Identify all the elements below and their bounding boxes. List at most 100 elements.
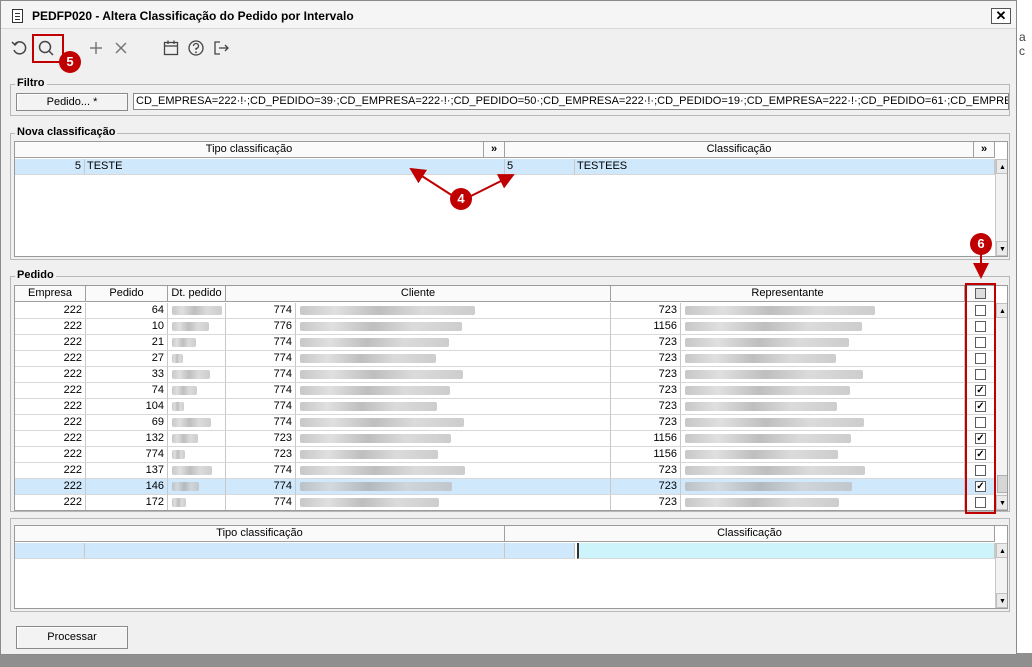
cliente-name-cell[interactable]: [296, 463, 611, 479]
rep-name-cell[interactable]: [681, 399, 965, 415]
scroll-up-arrow[interactable]: ▲: [996, 303, 1007, 318]
cliente-code-cell[interactable]: 774: [226, 463, 296, 479]
cliente-name-cell[interactable]: [296, 431, 611, 447]
empresa-cell[interactable]: 222: [15, 431, 86, 447]
empresa-cell[interactable]: 222: [15, 415, 86, 431]
empresa-cell[interactable]: 222: [15, 479, 86, 495]
pedido-scrollbar[interactable]: ▲ ▼: [995, 303, 1007, 510]
calendar-icon[interactable]: [161, 38, 181, 58]
exit-icon[interactable]: [211, 38, 231, 58]
tipo-code-cell[interactable]: 5: [15, 159, 85, 175]
rep-code-cell[interactable]: 723: [611, 415, 681, 431]
close-button[interactable]: ✕: [991, 8, 1011, 24]
pedido-filter-button[interactable]: Pedido... *: [16, 93, 128, 111]
pedido-cell[interactable]: 27: [86, 351, 168, 367]
refresh-icon[interactable]: [10, 38, 30, 58]
detail-class-name-cell[interactable]: [577, 543, 995, 559]
rep-name-cell[interactable]: [681, 303, 965, 319]
scroll-thumb[interactable]: [997, 475, 1007, 493]
scroll-up-arrow[interactable]: ▲: [996, 159, 1007, 174]
cliente-name-cell[interactable]: [296, 447, 611, 463]
scroll-up-arrow[interactable]: ▲: [996, 543, 1007, 558]
cliente-name-cell[interactable]: [296, 479, 611, 495]
filter-value-field[interactable]: CD_EMPRESA=222·!·;CD_PEDIDO=39·;CD_EMPRE…: [133, 93, 1009, 110]
rep-code-cell[interactable]: 723: [611, 399, 681, 415]
rep-code-cell[interactable]: 723: [611, 367, 681, 383]
processar-button[interactable]: Processar: [16, 626, 128, 649]
rep-code-cell[interactable]: 723: [611, 495, 681, 510]
detail-scrollbar[interactable]: ▲ ▼: [995, 543, 1007, 608]
rep-name-cell[interactable]: [681, 431, 965, 447]
expand-classificacao-button[interactable]: »: [974, 142, 995, 158]
class-name-cell[interactable]: TESTEES: [575, 159, 995, 175]
empresa-cell[interactable]: 222: [15, 303, 86, 319]
cliente-code-cell[interactable]: 774: [226, 335, 296, 351]
detail-tipo-code-cell[interactable]: [15, 543, 85, 559]
empresa-cell[interactable]: 222: [15, 463, 86, 479]
cliente-name-cell[interactable]: [296, 399, 611, 415]
dt-pedido-cell[interactable]: [168, 495, 226, 510]
dt-pedido-cell[interactable]: [168, 303, 226, 319]
dt-pedido-cell[interactable]: [168, 479, 226, 495]
cliente-name-cell[interactable]: [296, 303, 611, 319]
pedido-cell[interactable]: 64: [86, 303, 168, 319]
cliente-code-cell[interactable]: 774: [226, 479, 296, 495]
rep-code-cell[interactable]: 723: [611, 335, 681, 351]
cliente-name-cell[interactable]: [296, 335, 611, 351]
pedido-cell[interactable]: 69: [86, 415, 168, 431]
empresa-cell[interactable]: 222: [15, 399, 86, 415]
cliente-code-cell[interactable]: 774: [226, 399, 296, 415]
rep-name-cell[interactable]: [681, 479, 965, 495]
dt-pedido-cell[interactable]: [168, 351, 226, 367]
rep-code-cell[interactable]: 1156: [611, 431, 681, 447]
cliente-name-cell[interactable]: [296, 351, 611, 367]
cliente-code-cell[interactable]: 776: [226, 319, 296, 335]
rep-code-cell[interactable]: 723: [611, 351, 681, 367]
cliente-name-cell[interactable]: [296, 383, 611, 399]
pedido-cell[interactable]: 172: [86, 495, 168, 510]
dt-pedido-cell[interactable]: [168, 367, 226, 383]
rep-name-cell[interactable]: [681, 319, 965, 335]
rep-name-cell[interactable]: [681, 367, 965, 383]
dt-pedido-cell[interactable]: [168, 415, 226, 431]
empresa-cell[interactable]: 222: [15, 351, 86, 367]
empresa-cell[interactable]: 222: [15, 447, 86, 463]
dt-pedido-cell[interactable]: [168, 399, 226, 415]
cliente-name-cell[interactable]: [296, 367, 611, 383]
cliente-code-cell[interactable]: 723: [226, 447, 296, 463]
dt-pedido-cell[interactable]: [168, 447, 226, 463]
cliente-code-cell[interactable]: 774: [226, 415, 296, 431]
rep-code-cell[interactable]: 723: [611, 383, 681, 399]
empresa-cell[interactable]: 222: [15, 335, 86, 351]
pedido-cell[interactable]: 74: [86, 383, 168, 399]
rep-name-cell[interactable]: [681, 415, 965, 431]
cliente-code-cell[interactable]: 723: [226, 431, 296, 447]
rep-code-cell[interactable]: 723: [611, 463, 681, 479]
scroll-down-arrow[interactable]: ▼: [996, 593, 1007, 608]
scroll-down-arrow[interactable]: ▼: [996, 241, 1007, 256]
scroll-down-arrow[interactable]: ▼: [996, 495, 1007, 510]
cliente-code-cell[interactable]: 774: [226, 367, 296, 383]
rep-name-cell[interactable]: [681, 335, 965, 351]
nova-scrollbar[interactable]: ▲ ▼: [995, 159, 1007, 256]
dt-pedido-cell[interactable]: [168, 335, 226, 351]
cliente-code-cell[interactable]: 774: [226, 351, 296, 367]
rep-code-cell[interactable]: 723: [611, 303, 681, 319]
cliente-code-cell[interactable]: 774: [226, 383, 296, 399]
pedido-cell[interactable]: 132: [86, 431, 168, 447]
rep-name-cell[interactable]: [681, 383, 965, 399]
rep-code-cell[interactable]: 723: [611, 479, 681, 495]
rep-code-cell[interactable]: 1156: [611, 447, 681, 463]
empresa-cell[interactable]: 222: [15, 319, 86, 335]
cliente-name-cell[interactable]: [296, 319, 611, 335]
rep-name-cell[interactable]: [681, 447, 965, 463]
dt-pedido-cell[interactable]: [168, 319, 226, 335]
cliente-name-cell[interactable]: [296, 415, 611, 431]
pedido-cell[interactable]: 33: [86, 367, 168, 383]
rep-name-cell[interactable]: [681, 463, 965, 479]
dt-pedido-cell[interactable]: [168, 431, 226, 447]
class-code-cell[interactable]: 5: [505, 159, 575, 175]
cliente-code-cell[interactable]: 774: [226, 495, 296, 510]
delete-icon[interactable]: [111, 38, 131, 58]
cliente-code-cell[interactable]: 774: [226, 303, 296, 319]
